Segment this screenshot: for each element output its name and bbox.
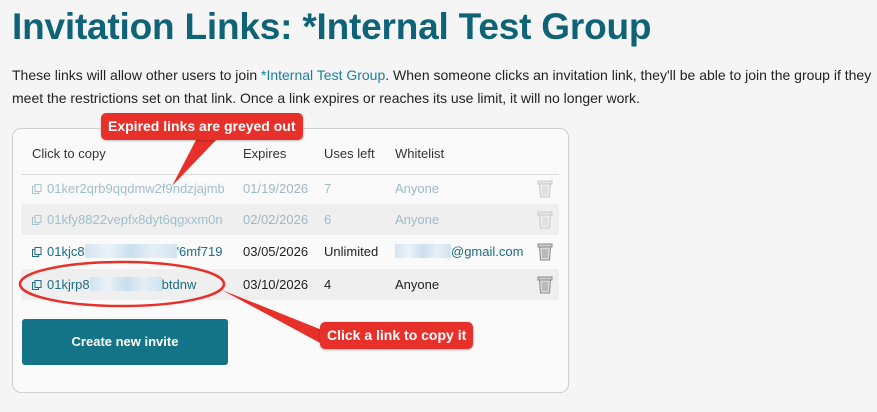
uses-left-cell: 6 (324, 212, 332, 227)
trash-icon[interactable] (537, 276, 553, 294)
expires-cell: 01/19/2026 (243, 181, 309, 196)
invite-link-end: '6mf719 (176, 244, 223, 259)
redacted-blur (89, 277, 162, 291)
table-row: 01kjc8 '6mf719 03/05/2026 Unlimited @gmai… (21, 236, 559, 267)
expires-cell: 03/05/2026 (243, 244, 309, 259)
create-new-invite-button[interactable]: Create new invite (22, 319, 228, 365)
intro-text: These links will allow other users to jo… (12, 64, 872, 110)
copy-link-callout: Click a link to copy it (320, 322, 474, 349)
invite-link-end: btdnw (161, 277, 197, 292)
redacted-blur (84, 244, 177, 258)
table-row: 01kjrp8 btdnw 03/10/2026 4 Anyone (21, 269, 559, 300)
expired-links-callout: Expired links are greyed out (101, 113, 303, 140)
page-title: Invitation Links: *Internal Test Group (12, 6, 652, 47)
trash-icon[interactable] (537, 243, 553, 261)
expires-cell: 02/02/2026 (243, 212, 309, 227)
uses-left-cell: 7 (324, 181, 332, 196)
whitelist-cell: Anyone (395, 277, 440, 292)
trash-icon[interactable] (537, 180, 553, 198)
whitelist-cell: @gmail.com (395, 236, 523, 267)
table-row: 01ker2qrb9qqdmw2f9ndzjajmb 01/19/2026 7 … (21, 173, 559, 204)
whitelist-cell: Anyone (395, 212, 440, 227)
invite-link[interactable]: 01kjc8 '6mf719 (32, 236, 222, 267)
header-uses-left: Uses left (324, 146, 375, 161)
table-header: Click to copy Expires Uses left Whitelis… (13, 146, 568, 166)
header-expires: Expires (243, 146, 287, 161)
invite-link-start: 01kjrp8 (47, 277, 90, 292)
trash-icon[interactable] (537, 211, 553, 229)
whitelist-cell: Anyone (395, 181, 440, 196)
redacted-blur (395, 244, 451, 258)
group-link[interactable]: *Internal Test Group (261, 67, 385, 83)
expires-cell: 03/10/2026 (243, 277, 309, 292)
whitelist-email-end: @gmail.com (451, 244, 524, 259)
invite-link[interactable]: 01ker2qrb9qqdmw2f9ndzjajmb (32, 173, 225, 204)
invite-link[interactable]: 01kfy8822vepfx8dyt6qgxxm0n (32, 204, 223, 235)
table-row: 01kfy8822vepfx8dyt6qgxxm0n 02/02/2026 6 … (21, 204, 559, 235)
uses-left-cell: Unlimited (324, 244, 379, 259)
intro-before: These links will allow other users to jo… (12, 67, 261, 83)
uses-left-cell: 4 (324, 277, 332, 292)
invite-links-card: Click to copy Expires Uses left Whitelis… (12, 128, 569, 393)
invite-link[interactable]: 01kjrp8 btdnw (32, 269, 196, 300)
header-whitelist: Whitelist (395, 146, 445, 161)
invite-link-start: 01kjc8 (47, 244, 85, 259)
header-click-to-copy: Click to copy (32, 146, 106, 161)
